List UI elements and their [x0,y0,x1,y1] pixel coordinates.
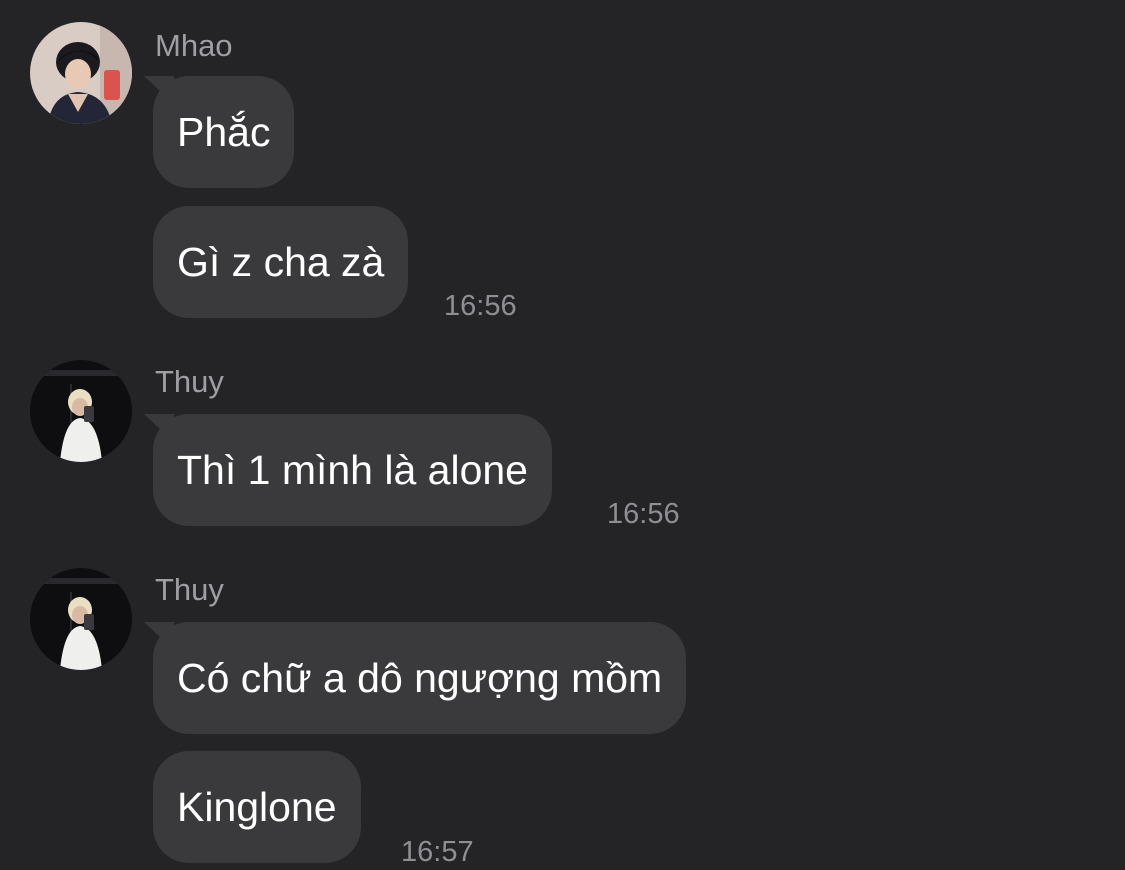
message-bubble[interactable]: Kinglone [153,751,361,863]
message-timestamp: 16:56 [607,498,680,530]
message-bubble[interactable]: Có chữ a dô ngượng mồm [153,622,687,734]
sender-name: Mhao [155,28,233,63]
chat-thread[interactable]: Mhao Phắc Gì z cha zà 16:56 Thuy Thì 1 m… [0,0,1125,870]
sender-name: Thuy [155,572,224,607]
sender-name: Thuy [155,364,224,399]
profile-photo-icon [30,568,132,670]
message-bubble[interactable]: Phắc [153,76,295,188]
avatar[interactable] [30,568,132,670]
avatar[interactable] [30,360,132,462]
message-timestamp: 16:56 [444,290,517,322]
message-timestamp: 16:57 [401,836,474,868]
message-bubble[interactable]: Thì 1 mình là alone [153,414,552,526]
profile-photo-icon [30,22,132,124]
profile-photo-icon [30,360,132,462]
avatar[interactable] [30,22,132,124]
message-bubble[interactable]: Gì z cha zà [153,206,409,318]
